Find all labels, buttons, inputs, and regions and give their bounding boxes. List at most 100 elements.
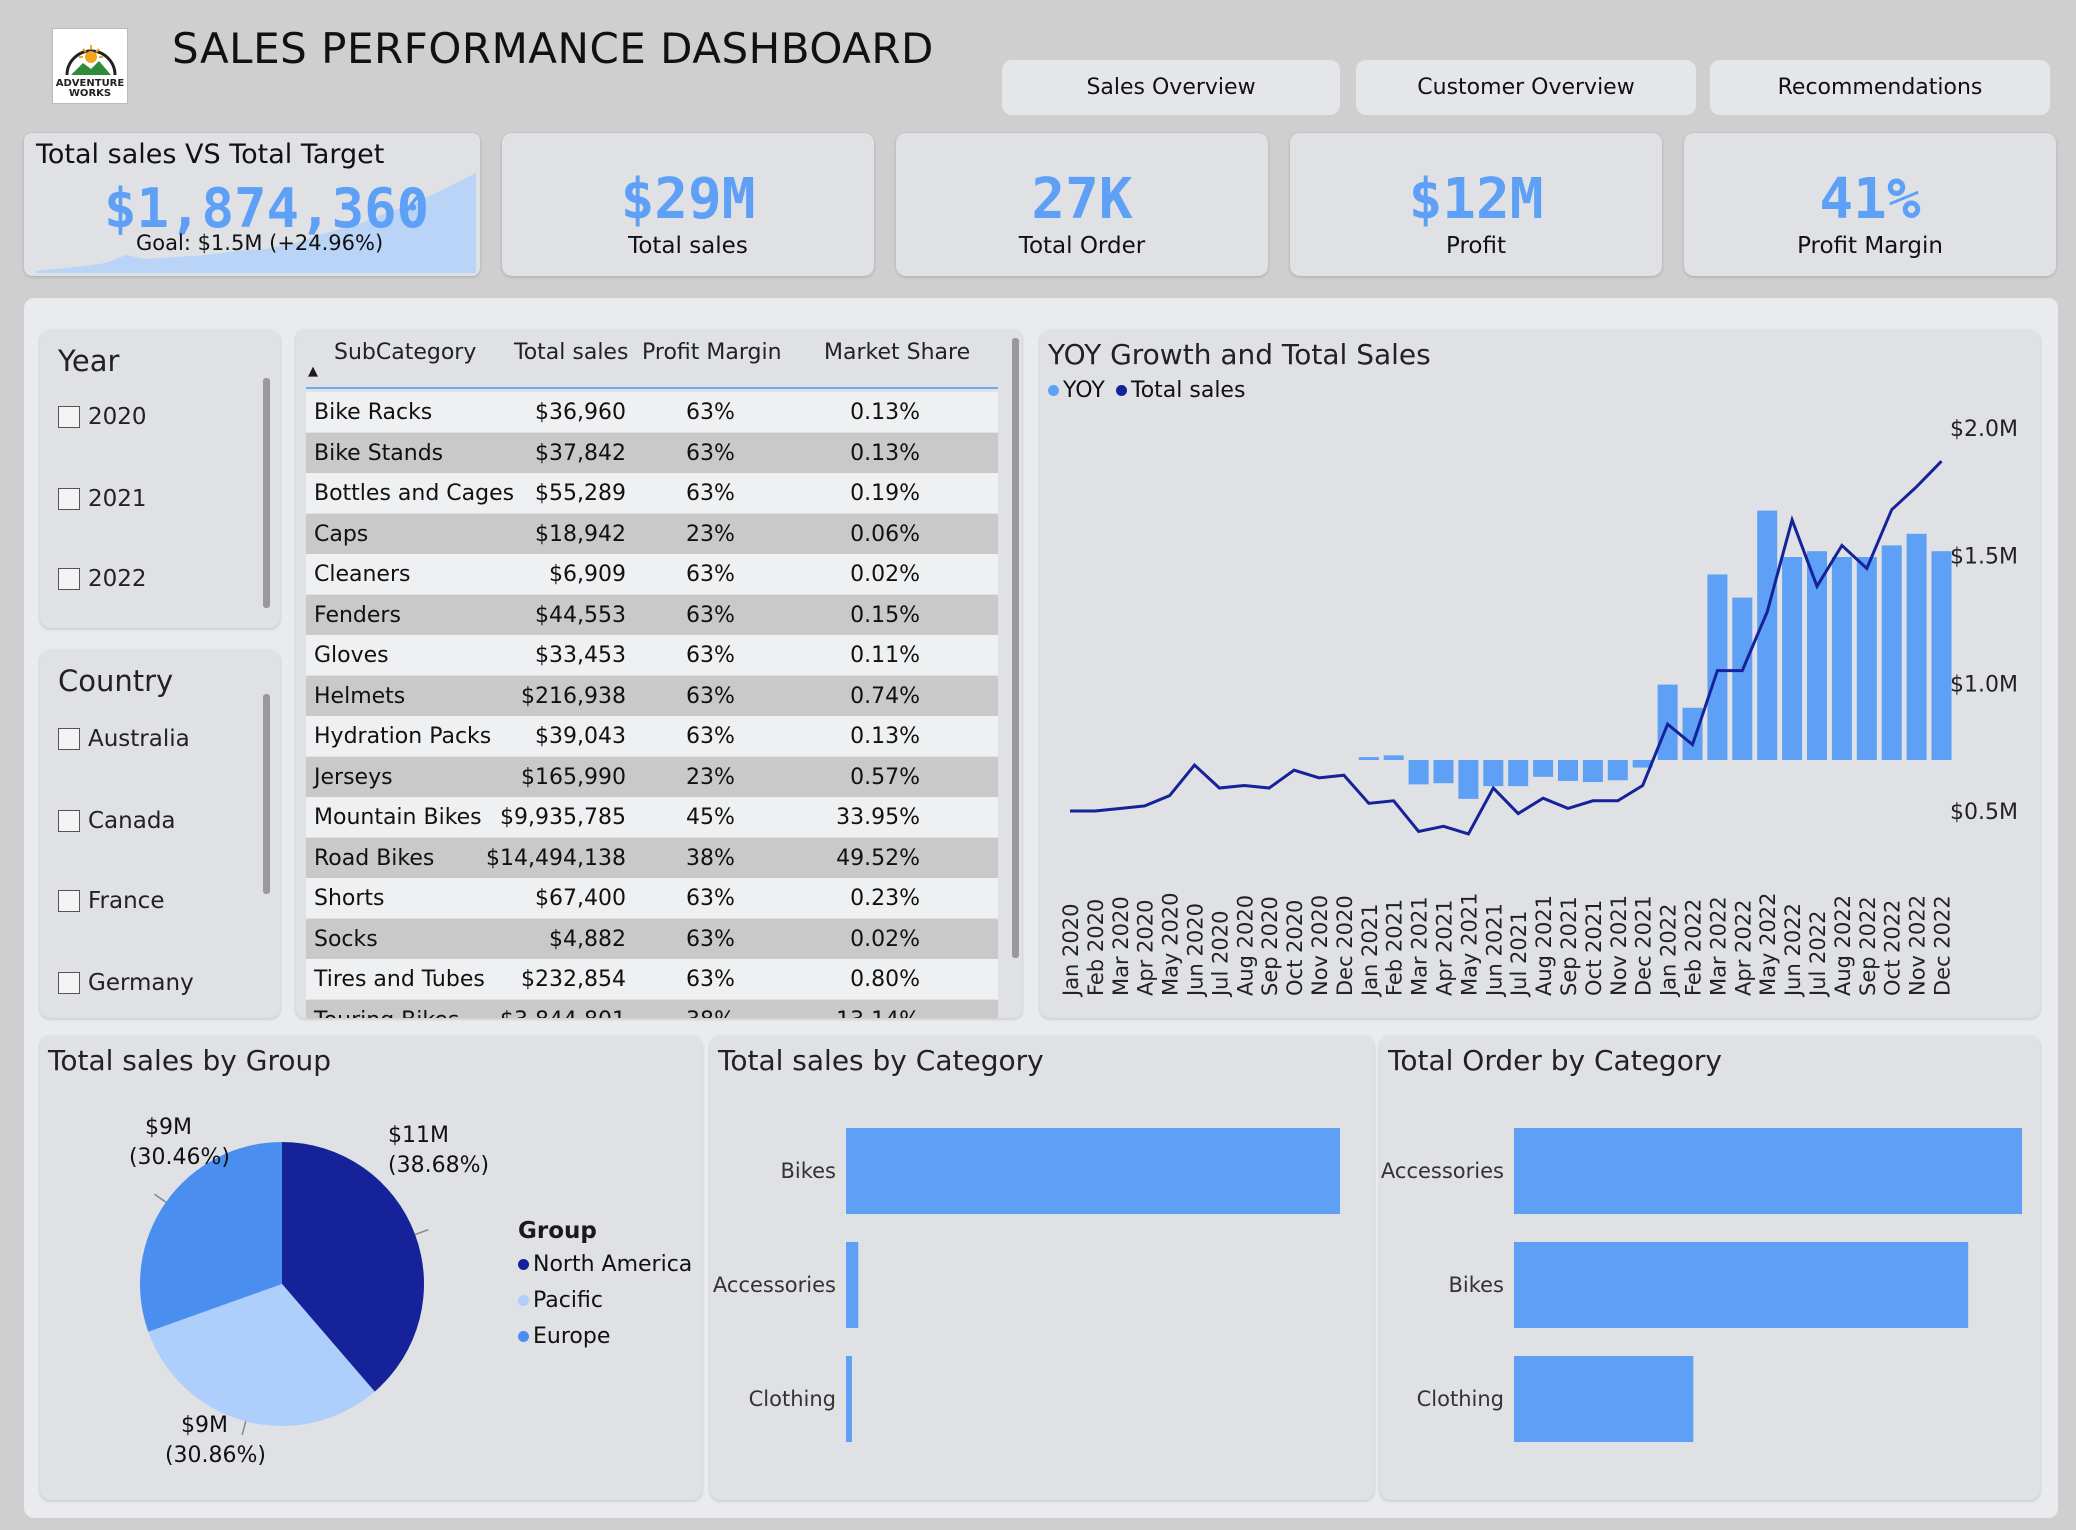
checkbox-icon[interactable] (58, 568, 80, 590)
table-row[interactable]: Caps $18,942 23% 0.06% (306, 513, 998, 554)
table-row[interactable]: Touring Bikes $3,844,801 38% 13.14% (306, 999, 998, 1018)
y-axis-tick-label: $1.0M (1950, 672, 2018, 697)
table-row[interactable]: Bottles and Cages $55,289 63% 0.19% (306, 473, 998, 513)
category-bar[interactable] (1514, 1356, 1694, 1442)
pie-label-percent: (30.86%) (165, 1443, 266, 1468)
nav-sales-overview-button[interactable]: Sales Overview (1002, 60, 1340, 115)
yoy-bar[interactable] (1458, 760, 1479, 799)
country-option-australia[interactable]: Australia (58, 726, 190, 752)
kpi-value: 27K (1031, 167, 1133, 232)
checkbox-icon[interactable] (58, 406, 80, 428)
kpi-profit: $12M Profit (1290, 133, 1662, 276)
category-bar[interactable] (1514, 1242, 1969, 1328)
yoy-bar[interactable] (1408, 760, 1429, 785)
yoy-bar[interactable] (1906, 533, 1927, 760)
table-row[interactable]: Bike Stands $37,842 63% 0.13% (306, 432, 998, 473)
table-row[interactable]: Hydration Packs $39,043 63% 0.13% (306, 716, 998, 756)
table-row[interactable]: Jerseys $165,990 23% 0.57% (306, 756, 998, 797)
cell-subcategory: Caps (314, 521, 369, 547)
y-axis-tick-label: $1.5M (1950, 545, 2018, 570)
cell-total-sales: $9,935,785 (500, 805, 626, 830)
yoy-bar[interactable] (1931, 551, 1952, 760)
column-header-market-share[interactable]: Market Share (824, 340, 970, 365)
table-row[interactable]: Cleaners $6,909 63% 0.02% (306, 554, 998, 594)
table-row[interactable]: Bike Racks $36,960 63% 0.13% (306, 392, 998, 432)
category-bar[interactable] (1514, 1128, 2022, 1214)
cell-total-sales: $33,453 (535, 643, 626, 668)
table-row[interactable]: Shorts $67,400 63% 0.23% (306, 878, 998, 918)
yoy-bar[interactable] (1383, 755, 1404, 760)
sales-by-category-svg: Bikes Accessories Clothing (713, 1128, 1340, 1442)
table-row[interactable]: Fenders $44,553 63% 0.15% (306, 594, 998, 635)
category-bar[interactable] (846, 1128, 1340, 1214)
cell-total-sales: $216,938 (521, 683, 626, 709)
x-axis-tick-label: Oct 2022 (1881, 900, 1905, 996)
table-row[interactable]: Socks $4,882 63% 0.02% (306, 918, 998, 959)
year-slicer-scrollbar[interactable] (263, 378, 270, 608)
country-option-canada[interactable]: Canada (58, 808, 176, 834)
nav-recommendations-button[interactable]: Recommendations (1710, 60, 2050, 115)
x-axis-tick-label: Aug 2022 (1831, 895, 1855, 996)
yoy-bar[interactable] (1558, 760, 1578, 781)
table-row[interactable]: Gloves $33,453 63% 0.11% (306, 635, 998, 675)
yoy-bar[interactable] (1358, 757, 1379, 760)
country-slicer-scrollbar[interactable] (263, 694, 270, 894)
cell-market-share: 0.19% (850, 481, 920, 506)
country-slicer-title: Country (58, 664, 174, 698)
yoy-bar[interactable] (1607, 760, 1628, 781)
yoy-bar[interactable] (1483, 760, 1504, 787)
yoy-bar[interactable] (1707, 574, 1728, 760)
category-axis-label: Accessories (1381, 1159, 1504, 1183)
pie-legend-title: Group (518, 1218, 597, 1244)
table-scrollbar[interactable] (1012, 338, 1019, 958)
yoy-bar[interactable] (1856, 557, 1877, 760)
sort-ascending-icon[interactable]: ▲ (308, 364, 318, 379)
yoy-bar[interactable] (1433, 760, 1454, 784)
yoy-bar[interactable] (1831, 557, 1852, 760)
kpi-label: Profit Margin (1797, 233, 1943, 259)
cell-market-share: 0.15% (850, 602, 920, 628)
table-row[interactable]: Mountain Bikes $9,935,785 45% 33.95% (306, 797, 998, 837)
yoy-bar[interactable] (1732, 597, 1753, 760)
yoy-bar[interactable] (1757, 510, 1778, 760)
year-option-2020[interactable]: 2020 (58, 404, 147, 430)
country-option-france[interactable]: France (58, 888, 164, 914)
column-header-subcategory[interactable]: SubCategory (334, 340, 476, 365)
checkbox-icon[interactable] (58, 728, 80, 750)
yoy-bar[interactable] (1582, 760, 1603, 783)
legend-item-north-america[interactable]: North America (518, 1252, 692, 1277)
legend-item-pacific[interactable]: Pacific (518, 1288, 603, 1313)
column-header-profit-margin[interactable]: Profit Margin (642, 340, 782, 365)
checkbox-icon[interactable] (58, 972, 80, 994)
yoy-bar[interactable] (1782, 557, 1803, 760)
orders-by-category-svg: Accessories Bikes Clothing (1381, 1128, 2022, 1442)
table-row[interactable]: Tires and Tubes $232,854 63% 0.80% (306, 959, 998, 999)
kpi-profit-margin: 41% Profit Margin (1684, 133, 2056, 276)
cell-profit-margin: 63% (686, 481, 735, 506)
year-slicer-title: Year (58, 344, 120, 378)
country-option-germany[interactable]: Germany (58, 970, 194, 996)
kpi-label: Total Order (1018, 233, 1146, 259)
yoy-bar[interactable] (1682, 707, 1703, 760)
cell-subcategory: Shorts (314, 886, 385, 911)
legend-item-europe[interactable]: Europe (518, 1324, 610, 1349)
category-axis-label: Bikes (1448, 1273, 1504, 1297)
checkbox-icon[interactable] (58, 890, 80, 912)
column-header-total-sales[interactable]: Total sales (514, 340, 628, 365)
yoy-bar[interactable] (1508, 760, 1529, 787)
table-row[interactable]: Road Bikes $14,494,138 38% 49.52% (306, 837, 998, 878)
category-bar[interactable] (846, 1242, 859, 1328)
checkbox-icon[interactable] (58, 810, 80, 832)
yoy-bar[interactable] (1881, 545, 1902, 760)
category-bar[interactable] (846, 1356, 852, 1442)
year-option-2021[interactable]: 2021 (58, 486, 147, 512)
nav-customer-overview-button[interactable]: Customer Overview (1356, 60, 1696, 115)
checkbox-icon[interactable] (58, 488, 80, 510)
cell-total-sales: $4,882 (549, 926, 626, 952)
yoy-bar[interactable] (1533, 760, 1554, 777)
year-option-2022[interactable]: 2022 (58, 566, 147, 592)
yoy-growth-chart: YOY Growth and Total Sales YOY Total sal… (1040, 330, 2040, 1018)
cell-total-sales: $55,289 (535, 481, 626, 506)
category-axis-label: Accessories (713, 1273, 836, 1297)
table-row[interactable]: Helmets $216,938 63% 0.74% (306, 675, 998, 716)
